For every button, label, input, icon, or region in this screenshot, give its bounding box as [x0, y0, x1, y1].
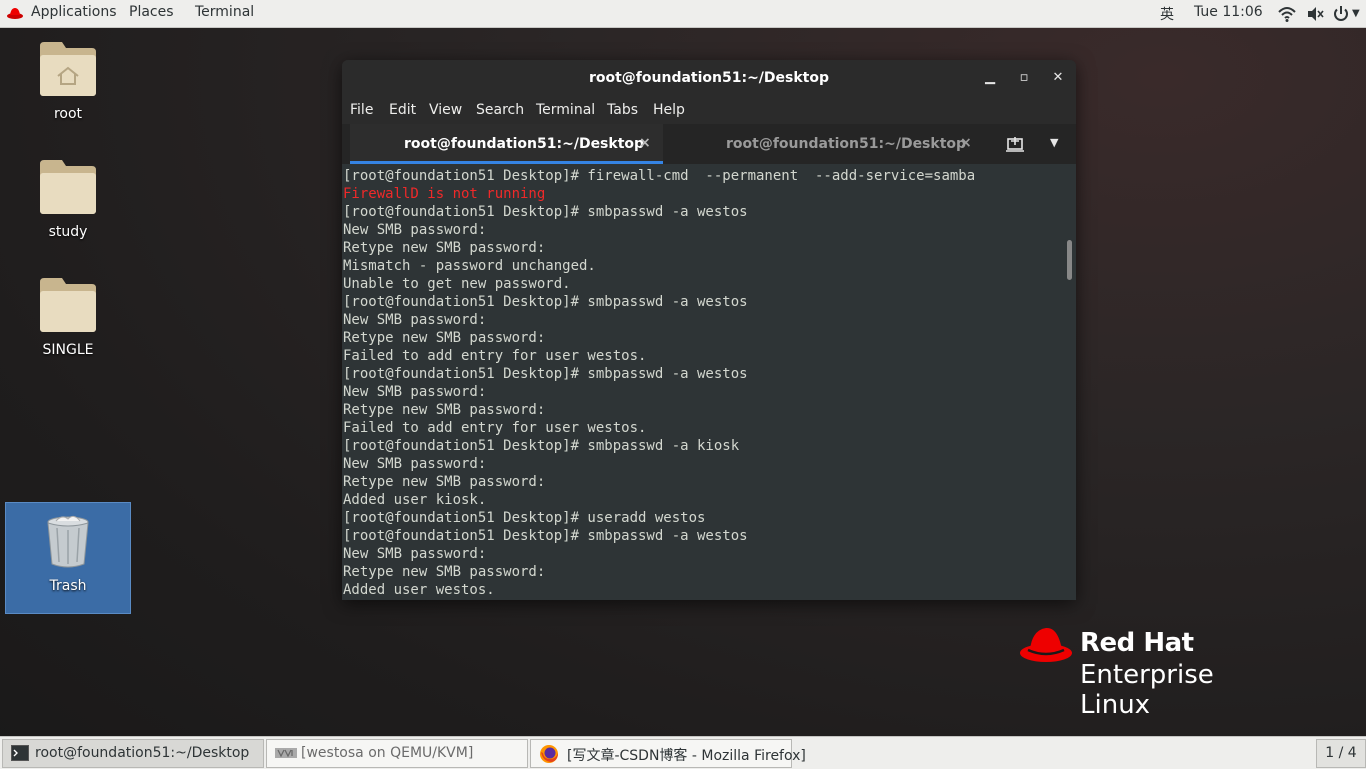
redhat-hat-icon	[1020, 627, 1072, 662]
desktop-icon-study[interactable]: study	[8, 160, 128, 240]
trash-icon	[47, 515, 89, 568]
close-button[interactable]: ✕	[1050, 70, 1066, 86]
desktop-icon-trash[interactable]: Trash	[8, 514, 128, 594]
desktop-icon-label: root	[53, 106, 83, 122]
terminal-line: [root@foundation51 Desktop]# useradd wes…	[343, 510, 706, 526]
terminal-line: Unable to get new password.	[343, 276, 571, 292]
tab-label: root@foundation51:~/Desktop	[726, 136, 967, 152]
virt-manager-icon	[275, 748, 297, 758]
terminal-text: [root@foundation51 Desktop]# firewall-cm…	[342, 164, 1064, 599]
taskbar: root@foundation51:~/Desktop [westosa on …	[0, 736, 1366, 769]
chevron-down-icon[interactable]: ▼	[1352, 8, 1360, 19]
desktop-icon-label: study	[48, 224, 88, 240]
brand-line-1: Red Hat	[1080, 628, 1194, 658]
redhat-logo: Red Hat Enterprise Linux	[1020, 626, 1290, 720]
terminal-line: Retype new SMB password:	[343, 330, 546, 346]
applications-menu[interactable]: Applications	[31, 4, 117, 20]
menu-view[interactable]: View	[429, 102, 462, 118]
terminal-line: Failed to add entry for user westos.	[343, 348, 647, 364]
firefox-icon	[540, 745, 558, 763]
taskbar-item-virt-manager[interactable]: [westosa on QEMU/KVM]	[266, 739, 528, 768]
terminal-line: Retype new SMB password:	[343, 564, 546, 580]
terminal-line: New SMB password:	[343, 312, 487, 328]
terminal-scrollbar[interactable]	[1064, 164, 1076, 600]
terminal-line: [root@foundation51 Desktop]# smbpasswd -…	[343, 366, 748, 382]
terminal-line: [root@foundation51 Desktop]# firewall-cm…	[343, 168, 976, 184]
tab-terminal-2[interactable]: root@foundation51:~/Desktop ×	[663, 124, 985, 164]
volume-muted-icon[interactable]	[1306, 5, 1324, 23]
desktop-icon-label: SINGLE	[42, 342, 94, 358]
taskbar-item-terminal[interactable]: root@foundation51:~/Desktop	[2, 739, 264, 768]
menu-search[interactable]: Search	[476, 102, 524, 118]
places-menu[interactable]: Places	[129, 4, 174, 20]
terminal-output[interactable]: [root@foundation51 Desktop]# firewall-cm…	[342, 164, 1064, 600]
power-icon[interactable]	[1332, 5, 1350, 23]
window-titlebar[interactable]: root@foundation51:~/Desktop ▁ ▫ ✕	[342, 60, 1076, 96]
clock[interactable]: Tue 11:06	[1194, 4, 1263, 20]
taskbar-item-label: root@foundation51:~/Desktop	[35, 745, 250, 761]
maximize-button[interactable]: ▫	[1016, 70, 1032, 86]
terminal-line: Retype new SMB password:	[343, 402, 546, 418]
taskbar-item-firefox[interactable]: [写文章-CSDN博客 - Mozilla Firefox]	[530, 739, 806, 768]
menu-bar: File Edit View Search Terminal Tabs Help	[342, 96, 1076, 124]
terminal-icon	[11, 745, 29, 761]
window-title: root@foundation51:~/Desktop	[588, 70, 830, 86]
wifi-icon[interactable]	[1278, 5, 1296, 23]
folder-icon	[40, 278, 96, 332]
tab-menu-chevron-down-icon[interactable]: ▼	[1050, 136, 1058, 149]
top-bar: Applications Places Terminal 英 Tue 11:06…	[0, 0, 1366, 28]
terminal-app-menu[interactable]: Terminal	[195, 4, 254, 20]
close-tab-icon[interactable]: ×	[960, 135, 972, 151]
terminal-line: [root@foundation51 Desktop]# smbpasswd -…	[343, 438, 740, 454]
terminal-line: [root@foundation51 Desktop]# smbpasswd -…	[343, 528, 748, 544]
tab-bar: root@foundation51:~/Desktop × root@found…	[342, 124, 1076, 164]
minimize-button[interactable]: ▁	[982, 70, 998, 86]
taskbar-item-label: [westosa on QEMU/KVM]	[301, 745, 474, 761]
menu-help[interactable]: Help	[653, 102, 685, 118]
terminal-line: Mismatch - password unchanged.	[343, 258, 596, 274]
terminal-line: New SMB password:	[343, 456, 487, 472]
desktop-icon-single[interactable]: SINGLE	[8, 278, 128, 358]
menu-terminal[interactable]: Terminal	[536, 102, 595, 118]
folder-icon	[40, 160, 96, 214]
tab-terminal-1[interactable]: root@foundation51:~/Desktop ×	[350, 124, 663, 164]
terminal-window: root@foundation51:~/Desktop ▁ ▫ ✕ File E…	[342, 60, 1076, 600]
workspace-switcher[interactable]: 1 / 4	[1316, 739, 1366, 768]
terminal-line: Retype new SMB password:	[343, 240, 546, 256]
terminal-line: FirewallD is not running	[343, 186, 546, 202]
terminal-line: New SMB password:	[343, 546, 487, 562]
terminal-line: Failed to add entry for user westos.	[343, 420, 647, 436]
terminal-line: [root@foundation51 Desktop]# smbpasswd -…	[343, 204, 748, 220]
desktop-icon-root[interactable]: root	[8, 42, 128, 122]
terminal-line: Added user westos.	[343, 582, 495, 598]
home-folder-icon	[40, 42, 96, 96]
new-tab-icon[interactable]	[1006, 136, 1024, 152]
terminal-line: New SMB password:	[343, 384, 487, 400]
scrollbar-thumb[interactable]	[1067, 240, 1072, 280]
menu-tabs[interactable]: Tabs	[607, 102, 638, 118]
desktop-icon-label: Trash	[49, 578, 87, 594]
redhat-icon	[7, 8, 23, 19]
terminal-line: Added user kiosk.	[343, 492, 487, 508]
taskbar-item-label: [写文章-CSDN博客 - Mozilla Firefox]	[567, 748, 806, 764]
terminal-line: [root@foundation51 Desktop]# smbpasswd -…	[343, 294, 748, 310]
tab-label: root@foundation51:~/Desktop	[404, 136, 645, 152]
terminal-line: Retype new SMB password:	[343, 474, 546, 490]
menu-file[interactable]: File	[350, 102, 373, 118]
close-tab-icon[interactable]: ×	[639, 135, 651, 151]
terminal-line: New SMB password:	[343, 222, 487, 238]
menu-edit[interactable]: Edit	[389, 102, 416, 118]
brand-line-2: Enterprise Linux	[1080, 660, 1214, 720]
input-method-indicator[interactable]: 英	[1160, 4, 1174, 24]
